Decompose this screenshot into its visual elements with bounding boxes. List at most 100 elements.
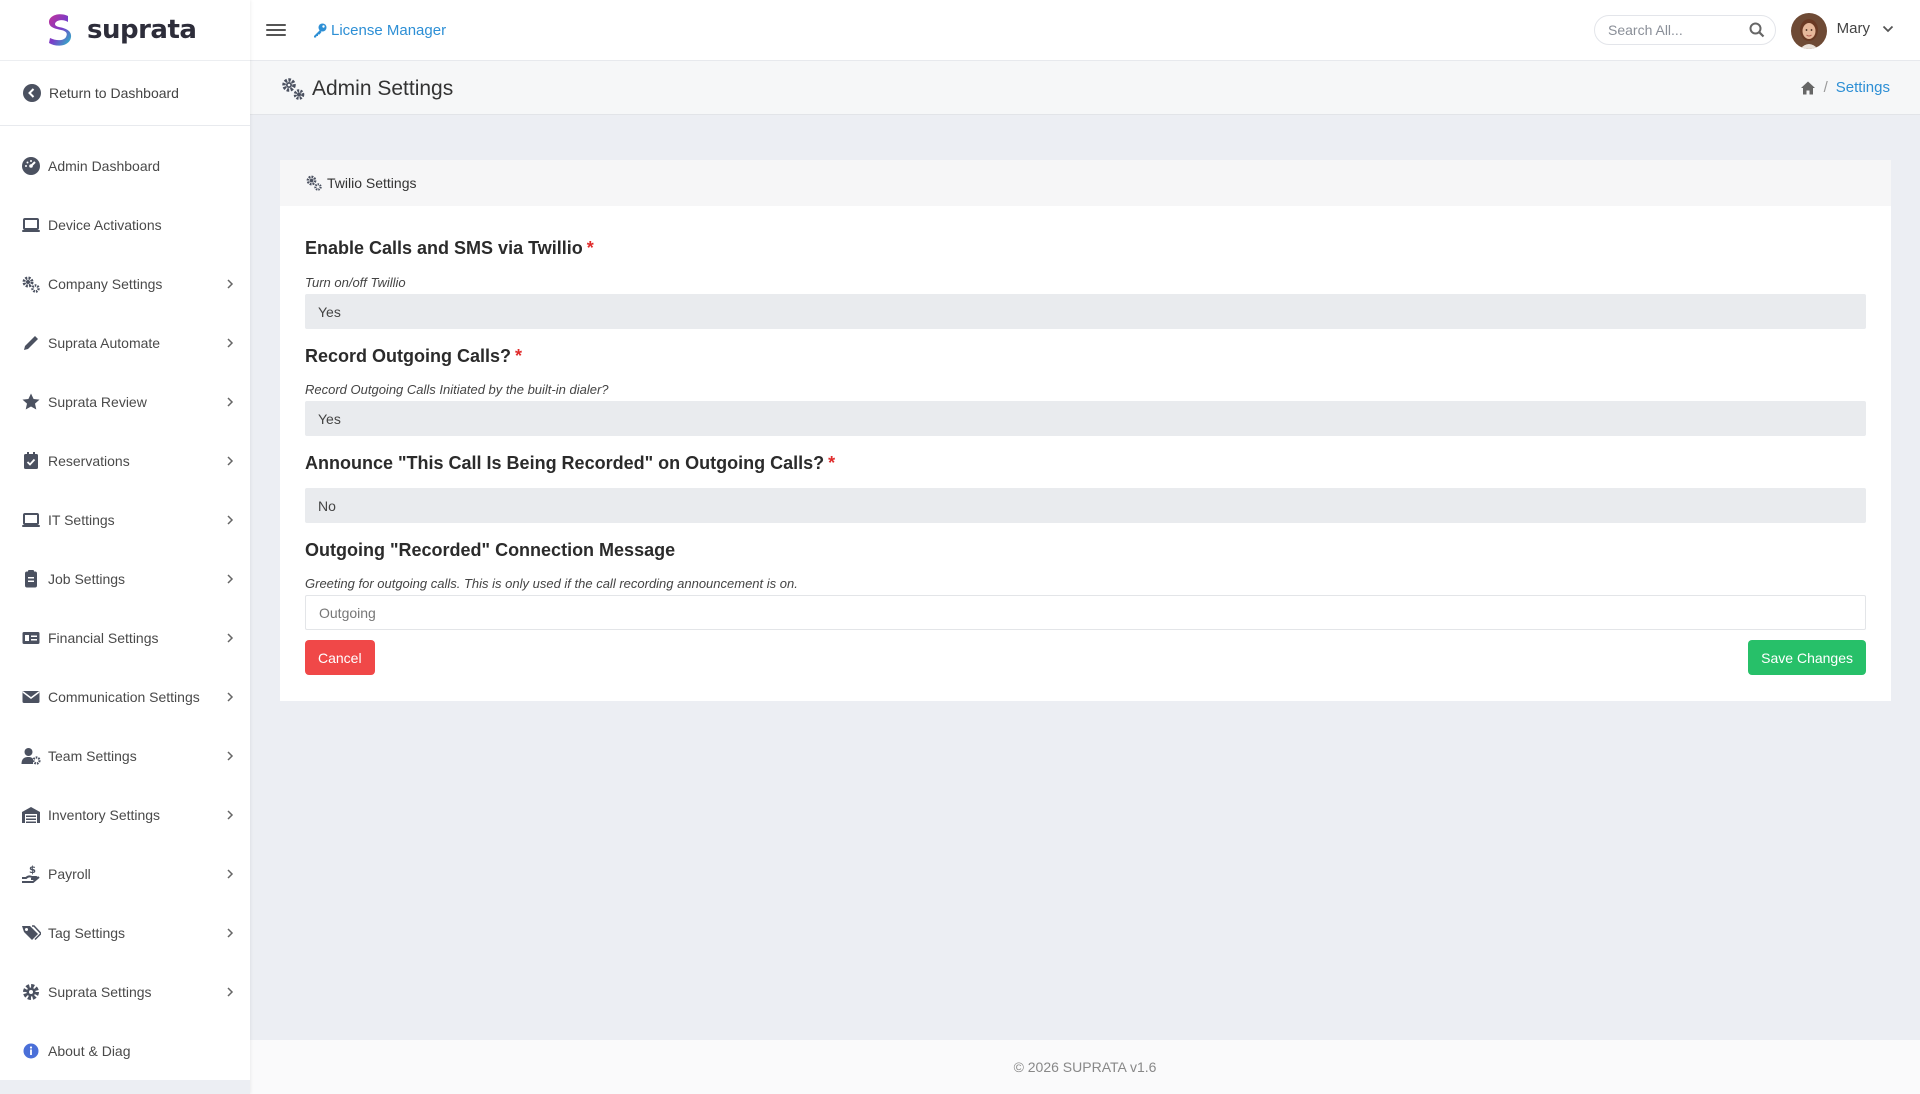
sidebar-item-label: Suprata Review bbox=[48, 393, 147, 410]
breadcrumb: / Settings bbox=[1800, 79, 1890, 96]
sidebar-item-label: IT Settings bbox=[48, 511, 115, 528]
sidebar-item-suprata-settings[interactable]: Suprata Settings bbox=[0, 962, 250, 1021]
search-box bbox=[1594, 15, 1776, 45]
announce-recording-select[interactable]: No bbox=[305, 488, 1866, 523]
sidebar-item-about-diag[interactable]: About & Diag bbox=[0, 1021, 250, 1080]
field-label-text: Record Outgoing Calls? bbox=[305, 346, 512, 366]
sidebar-item-inventory-settings[interactable]: Inventory Settings bbox=[0, 785, 250, 844]
recorded-message-input[interactable] bbox=[305, 595, 1866, 630]
sidebar-item-label: Tag Settings bbox=[48, 924, 126, 941]
calendar-check-icon bbox=[20, 450, 42, 472]
chevron-right-icon bbox=[227, 573, 234, 584]
chevron-right-icon bbox=[227, 868, 234, 879]
star-icon bbox=[20, 391, 42, 413]
sidebar-item-label: About & Diag bbox=[48, 1042, 131, 1059]
chevron-right-icon bbox=[227, 514, 234, 525]
gears-icon bbox=[282, 78, 305, 100]
return-to-dashboard-link[interactable]: Return to Dashboard bbox=[0, 61, 250, 126]
field-hint-enable-twilio: Turn on/off Twillio bbox=[305, 275, 406, 290]
sidebar-item-device-activations[interactable]: Device Activations bbox=[0, 195, 250, 254]
gears-icon bbox=[306, 175, 322, 191]
sidebar-item-reservations[interactable]: Reservations bbox=[0, 431, 250, 490]
sidebar-item-it-settings[interactable]: IT Settings bbox=[0, 490, 250, 549]
laptop-icon bbox=[20, 214, 42, 236]
breadcrumb-current[interactable]: Settings bbox=[1836, 79, 1890, 96]
sidebar-item-label: Reservations bbox=[48, 452, 130, 469]
sidebar-item-label: Job Settings bbox=[48, 570, 126, 587]
sidebar-item-communication-settings[interactable]: Communication Settings bbox=[0, 667, 250, 726]
select-value: No bbox=[318, 497, 336, 514]
cancel-button[interactable]: Cancel bbox=[305, 640, 375, 675]
sidebar-item-job-settings[interactable]: Job Settings bbox=[0, 549, 250, 608]
chevron-right-icon bbox=[227, 396, 234, 407]
field-hint-record-outgoing: Record Outgoing Calls Initiated by the b… bbox=[305, 382, 609, 397]
license-manager-label: License Manager bbox=[331, 21, 447, 39]
footer: © 2026 SUPRATA v1.6 bbox=[250, 1040, 1920, 1094]
twilio-settings-card: Twilio Settings Enable Calls and SMS via… bbox=[280, 160, 1891, 701]
chevron-right-icon bbox=[227, 927, 234, 938]
envelope-icon bbox=[20, 686, 42, 708]
required-marker: * bbox=[586, 238, 594, 258]
chevron-right-icon bbox=[227, 691, 234, 702]
field-label-announce-recording: Announce "This Call Is Being Recorded" o… bbox=[305, 453, 835, 474]
sidebar-item-label: Device Activations bbox=[48, 216, 162, 233]
page-title-text: Admin Settings bbox=[312, 77, 454, 100]
sidebar-item-label: Team Settings bbox=[48, 747, 137, 764]
logo-text: suprata bbox=[87, 15, 197, 45]
enable-twilio-select[interactable]: Yes bbox=[305, 294, 1866, 329]
save-changes-button[interactable]: Save Changes bbox=[1748, 640, 1866, 675]
chevron-right-icon bbox=[227, 278, 234, 289]
sidebar-item-label: Communication Settings bbox=[48, 688, 200, 705]
sidebar-item-label: Financial Settings bbox=[48, 629, 159, 646]
breadcrumb-separator: / bbox=[1823, 79, 1828, 96]
required-marker: * bbox=[828, 453, 836, 473]
select-value: Yes bbox=[318, 410, 341, 427]
sidebar: suprata Return to Dashboard Admin Dashbo… bbox=[0, 0, 250, 1094]
chevron-right-icon bbox=[227, 750, 234, 761]
sidebar-item-label: Payroll bbox=[48, 865, 91, 882]
page-title: Admin Settings bbox=[280, 76, 453, 102]
svg-text:$: $ bbox=[29, 865, 36, 876]
logo-mark-icon bbox=[49, 14, 72, 46]
field-label-text: Enable Calls and SMS via Twillio bbox=[305, 238, 583, 258]
chevron-right-icon bbox=[227, 337, 234, 348]
sidebar-item-payroll[interactable]: $ Payroll bbox=[0, 844, 250, 903]
return-label: Return to Dashboard bbox=[49, 85, 179, 101]
chevron-right-icon bbox=[227, 986, 234, 997]
search-icon[interactable] bbox=[1749, 22, 1765, 38]
menu-toggle-icon[interactable] bbox=[266, 22, 286, 38]
sidebar-item-label: Admin Dashboard bbox=[48, 157, 161, 174]
clipboard-icon bbox=[20, 568, 42, 590]
avatar[interactable] bbox=[1791, 13, 1827, 49]
user-gear-icon bbox=[20, 745, 42, 767]
sidebar-item-label: Suprata Settings bbox=[48, 983, 152, 1000]
chevron-down-icon[interactable] bbox=[1881, 22, 1895, 36]
sidebar-item-label: Suprata Automate bbox=[48, 334, 161, 351]
chevron-right-icon bbox=[227, 632, 234, 643]
laptop-icon bbox=[20, 509, 42, 531]
sidebar-footer-strip bbox=[0, 1080, 250, 1094]
chevron-right-icon bbox=[227, 455, 234, 466]
sidebar-item-company-settings[interactable]: Company Settings bbox=[0, 254, 250, 313]
pencil-icon bbox=[20, 332, 42, 354]
sidebar-item-suprata-review[interactable]: Suprata Review bbox=[0, 372, 250, 431]
field-label-recorded-message: Outgoing "Recorded" Connection Message bbox=[305, 540, 675, 561]
gears-icon bbox=[20, 273, 42, 295]
select-value: Yes bbox=[318, 303, 341, 320]
record-outgoing-select[interactable]: Yes bbox=[305, 401, 1866, 436]
sidebar-item-label: Inventory Settings bbox=[48, 806, 161, 823]
sidebar-item-team-settings[interactable]: Team Settings bbox=[0, 726, 250, 785]
copyright-text: © 2026 SUPRATA v1.6 bbox=[1013, 1059, 1157, 1075]
sidebar-item-tag-settings[interactable]: Tag Settings bbox=[0, 903, 250, 962]
sidebar-item-admin-dashboard[interactable]: Admin Dashboard bbox=[0, 136, 250, 195]
sidebar-item-financial-settings[interactable]: Financial Settings bbox=[0, 608, 250, 667]
search-input[interactable] bbox=[1608, 22, 1738, 38]
license-manager-link[interactable]: License Manager bbox=[312, 22, 446, 39]
home-icon[interactable] bbox=[1800, 80, 1816, 96]
sidebar-item-suprata-automate[interactable]: Suprata Automate bbox=[0, 313, 250, 372]
page-header: Admin Settings / Settings bbox=[250, 61, 1920, 115]
field-label-record-outgoing: Record Outgoing Calls? * bbox=[305, 346, 522, 367]
user-name[interactable]: Mary bbox=[1837, 20, 1870, 37]
logo[interactable]: suprata bbox=[0, 0, 250, 61]
sidebar-nav: Admin Dashboard Device Activations Compa… bbox=[0, 126, 250, 1080]
